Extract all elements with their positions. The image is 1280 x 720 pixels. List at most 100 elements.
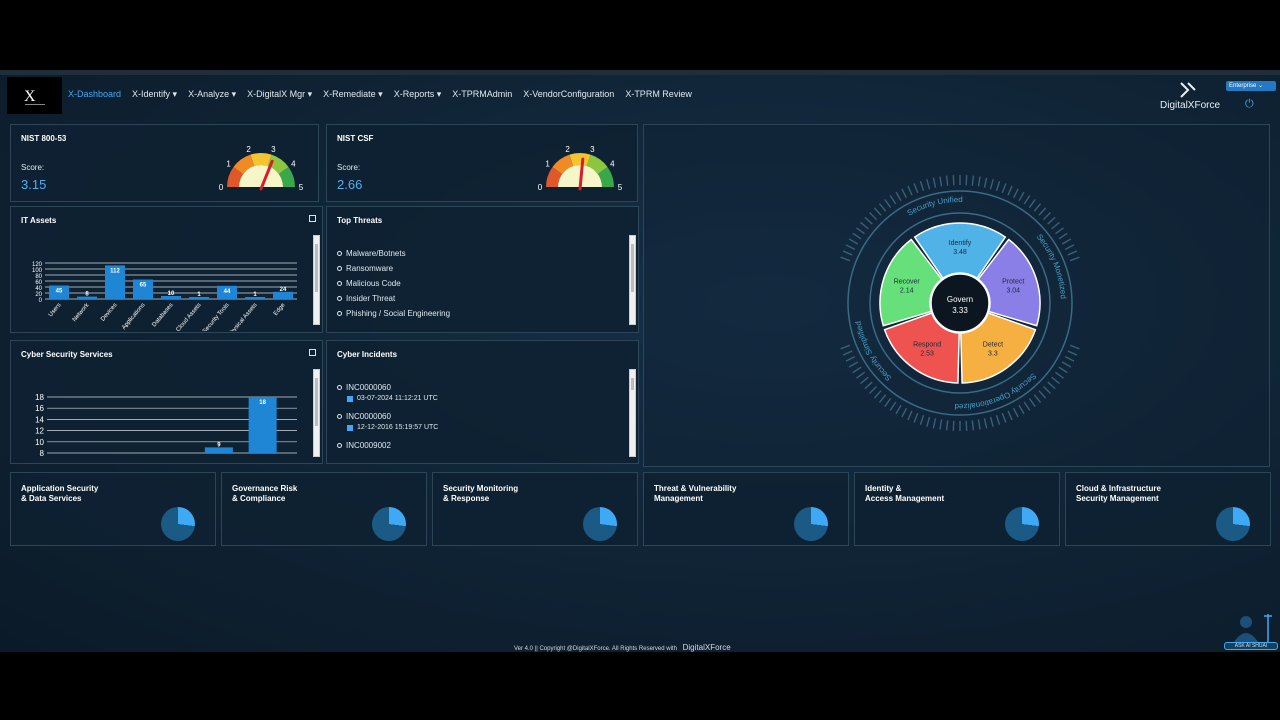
menu-item-0[interactable]: X-Dashboard bbox=[68, 89, 121, 100]
wheel-tick bbox=[1042, 211, 1052, 221]
menu-item-6[interactable]: X-TPRMAdmin bbox=[452, 89, 512, 100]
x-tick-label: Applications bbox=[121, 302, 146, 331]
scroll-thumb[interactable] bbox=[315, 244, 318, 292]
service-tile[interactable]: Security Monitoring & Response bbox=[432, 472, 638, 546]
threat-item[interactable]: Malware/Botnets bbox=[337, 249, 450, 258]
wheel-tick bbox=[932, 418, 937, 429]
scroll-thumb[interactable] bbox=[631, 378, 634, 390]
wheel-tick bbox=[1018, 191, 1025, 202]
expand-icon[interactable] bbox=[309, 215, 316, 222]
scroll-thumb[interactable] bbox=[631, 244, 634, 292]
gauge-band bbox=[569, 153, 591, 167]
incident-item[interactable]: INC0009002 bbox=[337, 441, 438, 450]
wheel-tick bbox=[884, 199, 892, 208]
incident-date: 12-12-2016 15:19:57 UTC bbox=[347, 424, 438, 431]
incident-date: 03-07-2024 11:12:21 UTC bbox=[347, 395, 438, 402]
menu-item-8[interactable]: X-TPRM Review bbox=[625, 89, 692, 100]
tile-title-line: Identity & bbox=[865, 484, 902, 493]
segment-name: Recover bbox=[894, 279, 921, 286]
threat-list: Malware/Botnets Ransomware Malicious Code I… bbox=[337, 249, 450, 324]
menu-item-3[interactable]: X-DigitalX Mgr ▾ bbox=[247, 89, 312, 100]
threat-item[interactable]: Phishing / Social Engineering bbox=[337, 309, 450, 318]
wheel-tick bbox=[1055, 227, 1064, 235]
incident-item[interactable]: INC0000060 03-07-2024 11:12:21 UTC bbox=[337, 383, 438, 402]
brand-logo: DigitalXForce bbox=[1152, 79, 1226, 113]
tile-pie-chart bbox=[1216, 507, 1250, 541]
incident-id[interactable]: INC0000060 bbox=[346, 412, 391, 421]
wheel-tick bbox=[977, 419, 981, 430]
scrollbar[interactable] bbox=[313, 369, 320, 457]
expand-icon[interactable] bbox=[309, 349, 316, 356]
incident-id[interactable]: INC0000060 bbox=[346, 383, 391, 392]
plan-dropdown[interactable]: Enterprise ⌄ bbox=[1226, 81, 1276, 91]
tile-pie-chart bbox=[1005, 507, 1039, 541]
wheel-tick bbox=[864, 216, 873, 225]
bar[interactable] bbox=[273, 291, 293, 299]
cyber-services-chart: 18161412108918 bbox=[35, 393, 297, 458]
menu-item-2[interactable]: X-Analyze ▾ bbox=[188, 89, 236, 100]
wheel-tick bbox=[952, 175, 955, 186]
wheel-tick bbox=[1001, 412, 1007, 423]
app-logo[interactable]: X bbox=[7, 77, 62, 114]
y-tick-label: 10 bbox=[35, 438, 44, 447]
it-assets-card: IT Assets 120 100 80 60 40 20 0 45 Users 8 Network… bbox=[10, 206, 323, 333]
service-tile[interactable]: Governance Risk & Compliance bbox=[221, 472, 427, 546]
brand-mark-icon bbox=[1180, 82, 1196, 98]
menu-item-7[interactable]: X-VendorConfiguration bbox=[523, 89, 614, 100]
wheel-tick bbox=[1058, 232, 1068, 240]
wheel-tick bbox=[913, 412, 919, 423]
wheel-tick bbox=[1069, 344, 1080, 350]
scroll-thumb[interactable] bbox=[315, 378, 318, 426]
card-title: NIST CSF bbox=[337, 134, 374, 143]
tile-title: Security Monitoring & Response bbox=[443, 484, 518, 504]
service-tile[interactable]: Application Security & Data Services bbox=[10, 472, 216, 546]
y-tick-label: 16 bbox=[35, 404, 44, 413]
gauge-tick-label: 3 bbox=[271, 145, 276, 154]
wheel-tick bbox=[889, 195, 897, 205]
scrollbar[interactable] bbox=[629, 235, 636, 325]
y-tick-label: 8 bbox=[40, 449, 45, 458]
assistant-label: ASK AI SHUAI bbox=[1224, 642, 1278, 650]
wheel-tick bbox=[1012, 188, 1019, 199]
wheel-tick bbox=[983, 418, 988, 429]
score-label: Score: bbox=[21, 163, 45, 172]
wheel-tick bbox=[840, 256, 851, 262]
wheel-tick bbox=[845, 355, 856, 362]
service-tile[interactable]: Threat & Vulnerability Management bbox=[643, 472, 849, 546]
menu-item-5[interactable]: X-Reports ▾ bbox=[394, 89, 442, 100]
wheel-tick bbox=[848, 238, 859, 245]
wheel-tick bbox=[1042, 385, 1052, 395]
wheel-tick bbox=[842, 250, 853, 256]
service-tile[interactable]: Identity & Access Management bbox=[854, 472, 1060, 546]
wheel-tick bbox=[971, 420, 975, 431]
score-gauge: 0 1 2 3 4 5 bbox=[538, 145, 623, 192]
wheel-tick bbox=[919, 181, 925, 191]
scrollbar[interactable] bbox=[629, 369, 636, 457]
scrollbar[interactable] bbox=[313, 235, 320, 325]
threat-item[interactable]: Insider Threat bbox=[337, 294, 450, 303]
wheel-tick bbox=[995, 415, 1001, 425]
tile-title: Governance Risk & Compliance bbox=[232, 484, 297, 504]
incident-item[interactable]: INC0000060 12-12-2016 15:19:57 UTC bbox=[337, 412, 438, 431]
tile-pie-chart bbox=[372, 507, 406, 541]
incident-id[interactable]: INC0009002 bbox=[346, 441, 391, 450]
power-icon[interactable]: ⏻ bbox=[1245, 98, 1254, 111]
y-tick-label: 0 bbox=[39, 298, 43, 304]
menu-item-1[interactable]: X-Identify ▾ bbox=[132, 89, 177, 100]
tile-title-line: Security Management bbox=[1076, 494, 1159, 503]
service-tile[interactable]: Cloud & Infrastructure Security Managemen… bbox=[1065, 472, 1271, 546]
it-assets-chart: 12010080604020045Users8Network112Devices… bbox=[32, 262, 297, 331]
wheel-tick bbox=[1067, 350, 1078, 356]
threat-item[interactable]: Ransomware bbox=[337, 264, 450, 273]
segment-score: 2.53 bbox=[920, 350, 934, 357]
wheel-tick bbox=[895, 404, 902, 415]
wheel-tick bbox=[1058, 366, 1068, 374]
threat-item[interactable]: Malicious Code bbox=[337, 279, 450, 288]
tile-title-line: & Data Services bbox=[21, 494, 82, 503]
wheel-tick bbox=[1028, 398, 1036, 407]
wheel-tick bbox=[889, 401, 897, 411]
y-tick-label: 12 bbox=[35, 427, 44, 436]
card-title: Top Threats bbox=[337, 216, 383, 225]
menu-item-4[interactable]: X-Remediate ▾ bbox=[323, 89, 383, 100]
ask-ai-assistant[interactable]: ASK AI SHUAI bbox=[1224, 610, 1278, 650]
